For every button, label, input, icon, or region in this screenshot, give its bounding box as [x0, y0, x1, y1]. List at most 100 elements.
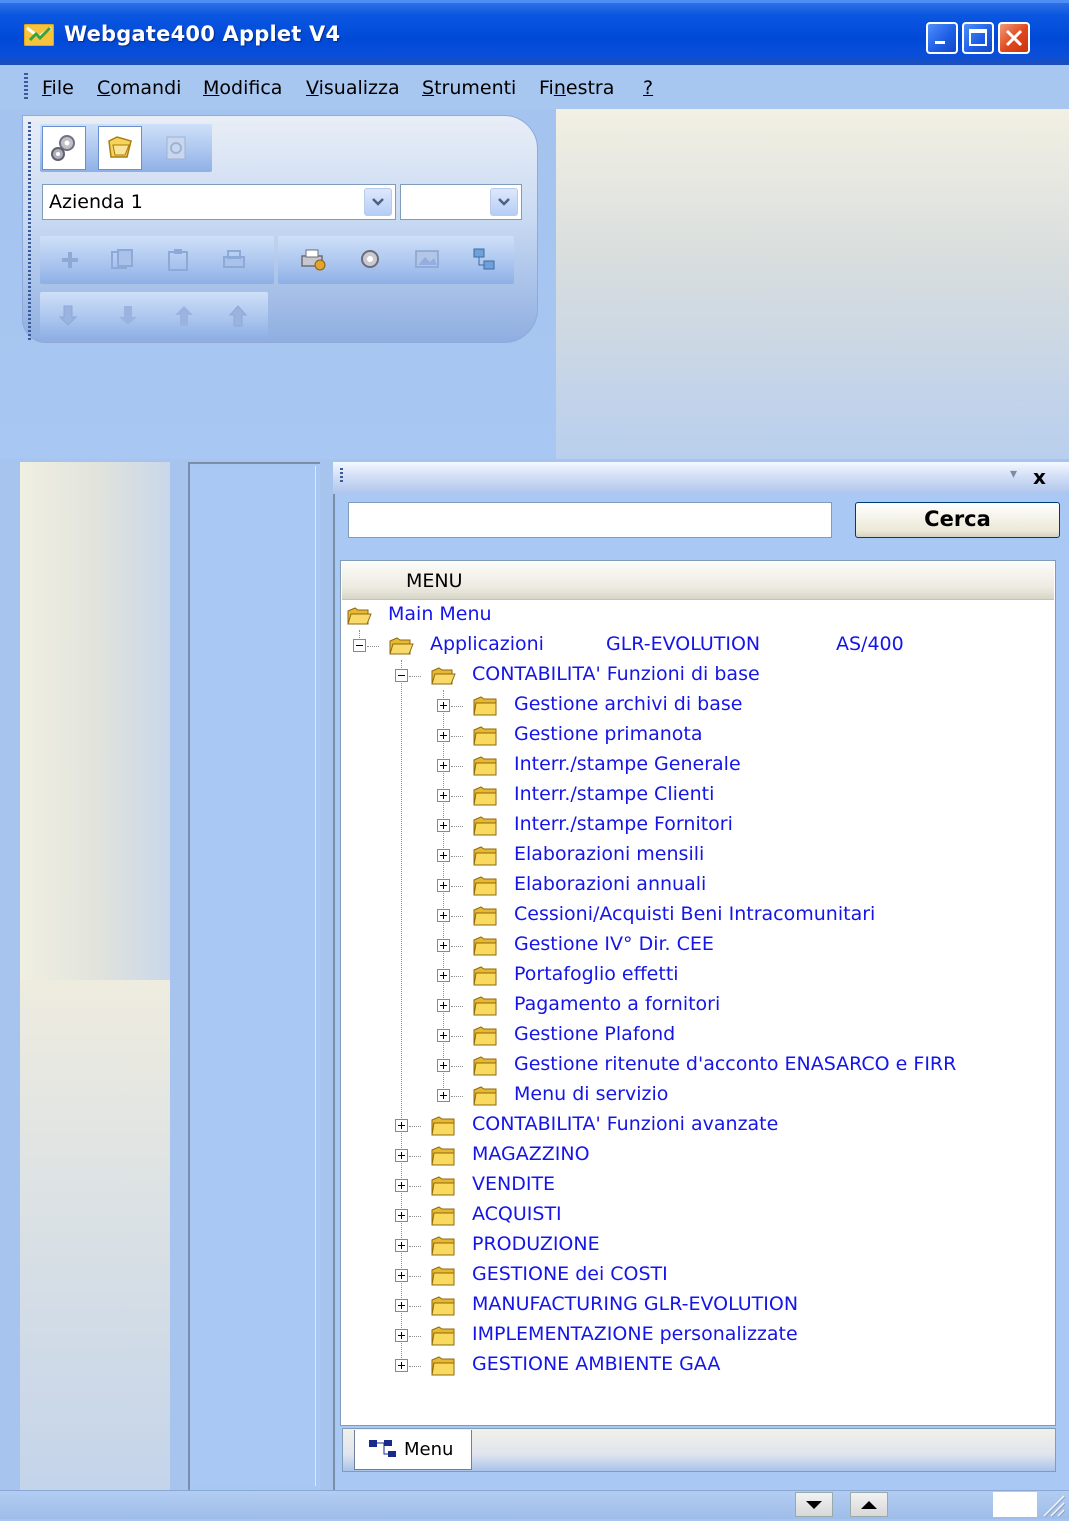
maximize-button[interactable] [962, 22, 994, 54]
tree-node[interactable]: ACQUISTI [342, 1201, 1042, 1231]
expand-icon[interactable] [437, 849, 450, 862]
tree-node[interactable]: MAGAZZINO [342, 1141, 1042, 1171]
expand-icon[interactable] [437, 1029, 450, 1042]
search-button[interactable]: Cerca [855, 502, 1060, 538]
expand-icon[interactable] [437, 939, 450, 952]
secondary-select-dropdown[interactable] [490, 188, 518, 216]
company-select[interactable]: Azienda 1 [42, 184, 396, 220]
gears-button[interactable] [42, 126, 86, 170]
tree-node[interactable]: Interr./stampe Clienti [342, 781, 1042, 811]
tree-label: MANUFACTURING GLR-EVOLUTION [472, 1293, 799, 1315]
arrow-down-icon[interactable] [114, 303, 142, 329]
toolbar-grip[interactable] [28, 122, 31, 342]
copy-icon[interactable] [108, 248, 136, 272]
tree-node[interactable]: Interr./stampe Fornitori [342, 811, 1042, 841]
add-icon[interactable] [56, 248, 84, 272]
folder-icon [473, 696, 497, 716]
tree-line [451, 976, 463, 977]
tree-node[interactable]: Menu di servizio [342, 1081, 1042, 1111]
image-icon[interactable] [412, 246, 442, 272]
menubar-grip[interactable] [24, 73, 28, 99]
tree-node[interactable]: Gestione IV° Dir. CEE [342, 931, 1042, 961]
expand-icon[interactable] [395, 1269, 408, 1282]
tree-node-contabilita-base[interactable]: CONTABILITA' Funzioni di base [342, 661, 1042, 691]
tree-node[interactable]: GESTIONE dei COSTI [342, 1261, 1042, 1291]
menu-modifica[interactable]: Modifica [203, 77, 282, 99]
expand-icon[interactable] [395, 1119, 408, 1132]
tree-node[interactable]: Gestione Plafond [342, 1021, 1042, 1051]
dock-header[interactable] [333, 462, 1069, 494]
arrow-up-icon[interactable] [170, 303, 198, 329]
expand-icon[interactable] [395, 1359, 408, 1372]
close-button[interactable] [998, 22, 1030, 54]
tree-node[interactable]: CONTABILITA' Funzioni avanzate [342, 1111, 1042, 1141]
dock-pin-icon[interactable]: ▾ [1010, 466, 1017, 482]
expand-icon[interactable] [395, 1239, 408, 1252]
print-icon[interactable] [220, 248, 248, 272]
expand-icon[interactable] [395, 1179, 408, 1192]
collapse-icon[interactable] [395, 669, 408, 682]
company-select-dropdown[interactable] [364, 188, 392, 216]
expand-icon[interactable] [395, 1299, 408, 1312]
expand-icon[interactable] [437, 999, 450, 1012]
dock-grip[interactable] [340, 468, 343, 484]
tree-node-applicazioni[interactable]: Applicazioni GLR-EVOLUTION AS/400 [342, 631, 1042, 661]
expand-icon[interactable] [437, 759, 450, 772]
move-down-icon[interactable] [56, 303, 84, 329]
expand-icon[interactable] [437, 729, 450, 742]
preview-button[interactable] [154, 126, 198, 170]
menu-strumenti[interactable]: Strumenti [422, 77, 516, 99]
paste-icon[interactable] [164, 248, 192, 272]
tree-node[interactable]: PRODUZIONE [342, 1231, 1042, 1261]
expand-icon[interactable] [437, 1089, 450, 1102]
minimize-button[interactable] [926, 22, 958, 54]
expand-icon[interactable] [437, 699, 450, 712]
tree-node[interactable]: Elaborazioni annuali [342, 871, 1042, 901]
expand-icon[interactable] [395, 1329, 408, 1342]
tree-node[interactable]: Portafoglio effetti [342, 961, 1042, 991]
tree-node[interactable]: Interr./stampe Generale [342, 751, 1042, 781]
expand-icon[interactable] [437, 1059, 450, 1072]
scroll-up-button[interactable] [850, 1492, 888, 1517]
tree-line [451, 1066, 463, 1067]
tree-node[interactable]: Gestione ritenute d'acconto ENASARCO e F… [342, 1051, 1042, 1081]
expand-icon[interactable] [437, 789, 450, 802]
tree-node[interactable]: Gestione primanota [342, 721, 1042, 751]
tree-node[interactable]: Pagamento a fornitori [342, 991, 1042, 1021]
settings-icon[interactable] [356, 246, 384, 272]
expand-icon[interactable] [437, 969, 450, 982]
secondary-select[interactable] [400, 184, 522, 220]
tree-label: Interr./stampe Generale [514, 753, 741, 775]
expand-icon[interactable] [437, 909, 450, 922]
tree-node[interactable]: VENDITE [342, 1171, 1042, 1201]
move-up-icon[interactable] [226, 303, 254, 329]
dock-close-button[interactable]: x [1033, 465, 1046, 489]
tree-node[interactable]: IMPLEMENTAZIONE personalizzate [342, 1321, 1042, 1351]
printer-settings-icon[interactable] [298, 246, 328, 272]
tree-node-main-menu[interactable]: Main Menu [342, 601, 1042, 631]
tree-node[interactable]: Cessioni/Acquisti Beni Intracomunitari [342, 901, 1042, 931]
expand-icon[interactable] [437, 879, 450, 892]
gears-icon [51, 135, 75, 161]
menu-file[interactable]: File [42, 77, 74, 99]
expand-icon[interactable] [437, 819, 450, 832]
collapse-icon[interactable] [353, 639, 366, 652]
folder-icon [473, 876, 497, 896]
menu-comandi[interactable]: Comandi [97, 77, 181, 99]
preview-icon [166, 136, 186, 160]
resize-grip-icon[interactable] [1040, 1492, 1066, 1517]
tree-node[interactable]: MANUFACTURING GLR-EVOLUTION [342, 1291, 1042, 1321]
folders-button[interactable] [98, 126, 142, 170]
tree-node[interactable]: GESTIONE AMBIENTE GAA [342, 1351, 1042, 1381]
menu-help[interactable]: ? [643, 77, 653, 99]
tree-node[interactable]: Elaborazioni mensili [342, 841, 1042, 871]
scroll-down-button[interactable] [795, 1492, 833, 1517]
folder-icon [473, 1086, 497, 1106]
expand-icon[interactable] [395, 1149, 408, 1162]
expand-icon[interactable] [395, 1209, 408, 1222]
network-icon[interactable] [470, 246, 500, 272]
menu-visualizza[interactable]: Visualizza [306, 77, 400, 99]
tree-node[interactable]: Gestione archivi di base [342, 691, 1042, 721]
menu-finestra[interactable]: Finestra [539, 77, 614, 99]
search-input[interactable] [348, 502, 832, 538]
